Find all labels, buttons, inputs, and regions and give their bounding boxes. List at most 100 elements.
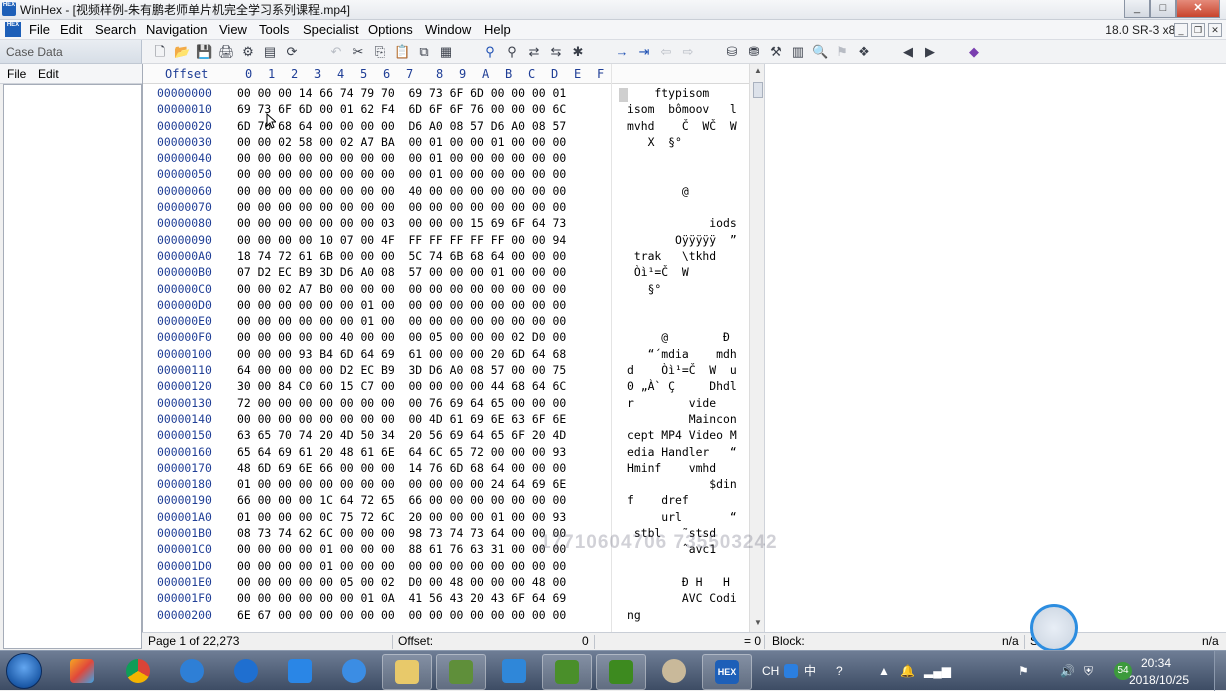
save-icon[interactable]: 💾 bbox=[196, 44, 212, 60]
properties-icon[interactable]: ⚙ bbox=[240, 44, 256, 60]
row-ascii-text[interactable]: r vide bbox=[627, 395, 716, 411]
row-hex-bytes[interactable]: 08 73 74 62 6C 00 00 00 98 73 74 73 64 0… bbox=[237, 525, 566, 541]
row-hex-bytes[interactable]: 00 00 02 58 00 02 A7 BA 00 01 00 00 01 0… bbox=[237, 134, 566, 150]
case-menu-file[interactable]: File bbox=[7, 66, 26, 82]
winhex-app-icon[interactable]: HEX bbox=[2, 2, 16, 16]
row-hex-bytes[interactable]: 00 00 00 00 00 00 00 00 00 01 00 00 00 0… bbox=[237, 166, 566, 182]
hex-row[interactable]: 00000110 64 00 00 00 00 D2 EC B9 3D D6 A0… bbox=[143, 362, 753, 378]
row-ascii-text[interactable]: ftypisom bbox=[627, 85, 709, 101]
row-hex-bytes[interactable]: 30 00 84 C0 60 15 C7 00 00 00 00 00 44 6… bbox=[237, 378, 566, 394]
taskbar-app[interactable] bbox=[436, 654, 486, 690]
hex-row[interactable]: 00000200 6E 67 00 00 00 00 00 00 00 00 00… bbox=[143, 607, 753, 623]
row-hex-bytes[interactable]: 00 00 00 14 66 74 79 70 69 73 6F 6D 00 0… bbox=[237, 85, 566, 101]
row-hex-bytes[interactable]: 00 00 00 00 00 00 01 0A 41 56 43 20 43 6… bbox=[237, 590, 566, 606]
disk-editor-icon[interactable]: ⛁ bbox=[724, 44, 740, 60]
floating-assistant-icon[interactable] bbox=[1030, 604, 1078, 652]
row-ascii-text[interactable]: Ð H H bbox=[627, 574, 730, 590]
hex-row[interactable]: 00000030 00 00 02 58 00 02 A7 BA 00 01 00… bbox=[143, 134, 753, 150]
hex-row[interactable]: 00000170 48 6D 69 6E 66 00 00 00 14 76 6D… bbox=[143, 460, 753, 476]
replace-text-icon[interactable]: ⇄ bbox=[526, 44, 542, 60]
row-ascii-text[interactable]: Oÿÿÿÿÿ ” bbox=[627, 232, 737, 248]
menu-specialist[interactable]: Specialist bbox=[303, 22, 359, 38]
hex-row[interactable]: 00000060 00 00 00 00 00 00 00 00 40 00 00… bbox=[143, 183, 753, 199]
hex-row[interactable]: 00000130 72 00 00 00 00 00 00 00 00 76 69… bbox=[143, 395, 753, 411]
row-hex-bytes[interactable]: 00 00 00 00 10 07 00 4F FF FF FF FF FF 0… bbox=[237, 232, 566, 248]
row-ascii-text[interactable]: X §° bbox=[627, 134, 682, 150]
row-hex-bytes[interactable]: 00 00 00 00 00 00 01 00 00 00 00 00 00 0… bbox=[237, 297, 566, 313]
signal-icon[interactable]: ▂▄▆ bbox=[924, 663, 951, 679]
row-ascii-text[interactable]: ng bbox=[627, 607, 641, 623]
hex-row[interactable]: 00000020 6D 76 68 64 00 00 00 00 D6 A0 08… bbox=[143, 118, 753, 134]
taskbar-app[interactable] bbox=[650, 654, 698, 688]
row-hex-bytes[interactable]: 72 00 00 00 00 00 00 00 00 76 69 64 65 0… bbox=[237, 395, 566, 411]
row-hex-bytes[interactable]: 00 00 00 00 01 00 00 00 00 00 00 00 00 0… bbox=[237, 558, 566, 574]
tool-icon[interactable]: ⚒ bbox=[768, 44, 784, 60]
hex-row[interactable]: 00000050 00 00 00 00 00 00 00 00 00 01 00… bbox=[143, 166, 753, 182]
row-hex-bytes[interactable]: 66 00 00 00 1C 64 72 65 66 00 00 00 00 0… bbox=[237, 492, 566, 508]
mdi-minimize-button[interactable]: _ bbox=[1174, 23, 1188, 37]
replace-hex-icon[interactable]: ⇆ bbox=[548, 44, 564, 60]
flag-icon[interactable]: ⚑ bbox=[1018, 663, 1029, 679]
maximize-button[interactable]: □ bbox=[1150, 0, 1176, 18]
menu-view[interactable]: View bbox=[219, 22, 247, 38]
show-desktop-button[interactable] bbox=[1214, 651, 1226, 691]
row-hex-bytes[interactable]: 00 00 00 00 00 00 00 03 00 00 00 15 69 6… bbox=[237, 215, 566, 231]
hex-row[interactable]: 000001A0 01 00 00 00 0C 75 72 6C 20 00 00… bbox=[143, 509, 753, 525]
hex-row[interactable]: 000001F0 00 00 00 00 00 00 01 0A 41 56 43… bbox=[143, 590, 753, 606]
copy-icon[interactable]: ⎘ bbox=[372, 44, 388, 60]
cut-icon[interactable]: ✂ bbox=[350, 44, 366, 60]
hex-row[interactable]: 00000160 65 64 69 61 20 48 61 6E 64 6C 65… bbox=[143, 444, 753, 460]
tray-ime[interactable]: 中 bbox=[804, 663, 816, 679]
goto-offset-icon[interactable]: → bbox=[614, 44, 630, 60]
mdi-close-button[interactable]: ✕ bbox=[1208, 23, 1222, 37]
hash-icon[interactable]: ⚑ bbox=[834, 44, 850, 60]
forward-icon[interactable]: ⇨ bbox=[680, 44, 696, 60]
row-ascii-text[interactable]: mvhd Č WČ W bbox=[627, 118, 737, 134]
hex-row[interactable]: 000000A0 18 74 72 61 6B 00 00 00 5C 74 6B… bbox=[143, 248, 753, 264]
case-icon[interactable]: ◆ bbox=[966, 44, 982, 60]
plugin-icon[interactable]: ❖ bbox=[856, 44, 872, 60]
row-hex-bytes[interactable]: 6E 67 00 00 00 00 00 00 00 00 00 00 00 0… bbox=[237, 607, 566, 623]
close-button[interactable]: ✕ bbox=[1176, 0, 1220, 18]
undo-icon[interactable]: ↶ bbox=[328, 44, 344, 60]
hex-row[interactable]: 00000040 00 00 00 00 00 00 00 00 00 01 00… bbox=[143, 150, 753, 166]
taskbar-app[interactable] bbox=[596, 654, 646, 690]
find-text-icon[interactable]: ⚲ bbox=[482, 44, 498, 60]
tray-expand-icon[interactable]: ▲ bbox=[878, 663, 890, 679]
row-hex-bytes[interactable]: 6D 76 68 64 00 00 00 00 D6 A0 08 57 D6 A… bbox=[237, 118, 566, 134]
previous-icon[interactable]: ◀ bbox=[900, 44, 916, 60]
hex-row[interactable]: 00000150 63 65 70 74 20 4D 50 34 20 56 69… bbox=[143, 427, 753, 443]
menu-help[interactable]: Help bbox=[484, 22, 511, 38]
hex-row[interactable]: 000000C0 00 00 02 A7 B0 00 00 00 00 00 00… bbox=[143, 281, 753, 297]
row-ascii-text[interactable]: Òì¹=Č W bbox=[627, 264, 689, 280]
row-hex-bytes[interactable]: 01 00 00 00 0C 75 72 6C 20 00 00 00 01 0… bbox=[237, 509, 566, 525]
paste-write-icon[interactable]: ⧉ bbox=[416, 44, 432, 60]
mdi-restore-button[interactable]: ❐ bbox=[1191, 23, 1205, 37]
hex-row[interactable]: 000000F0 00 00 00 00 00 40 00 00 00 05 00… bbox=[143, 329, 753, 345]
taskbar-app[interactable] bbox=[168, 654, 216, 688]
shield-icon[interactable]: ⛨ bbox=[1084, 663, 1093, 679]
row-hex-bytes[interactable]: 00 00 00 00 00 00 00 00 00 4D 61 69 6E 6… bbox=[237, 411, 566, 427]
row-ascii-text[interactable]: @ bbox=[627, 183, 689, 199]
case-menu-edit[interactable]: Edit bbox=[38, 66, 59, 82]
binary-icon[interactable]: ▦ bbox=[438, 44, 454, 60]
paste-icon[interactable]: 📋 bbox=[394, 44, 410, 60]
new-file-icon[interactable]: 🗋 bbox=[152, 44, 168, 60]
taskbar-app[interactable] bbox=[382, 654, 432, 690]
row-hex-bytes[interactable]: 00 00 00 00 00 00 00 00 00 00 00 00 00 0… bbox=[237, 199, 566, 215]
row-ascii-text[interactable]: trak \tkhd bbox=[627, 248, 716, 264]
taskbar-app-winhex[interactable]: HEX bbox=[702, 654, 752, 690]
menu-edit[interactable]: Edit bbox=[60, 22, 82, 38]
ram-editor-icon[interactable]: ⛃ bbox=[746, 44, 762, 60]
taskbar-app[interactable] bbox=[58, 654, 106, 688]
hex-row[interactable]: 00000140 00 00 00 00 00 00 00 00 00 4D 61… bbox=[143, 411, 753, 427]
taskbar-app[interactable] bbox=[222, 654, 270, 688]
volume-icon[interactable]: 🔊 bbox=[1060, 663, 1075, 679]
row-ascii-text[interactable]: §° bbox=[627, 281, 662, 297]
row-hex-bytes[interactable]: 00 00 00 93 B4 6D 64 69 61 00 00 00 20 6… bbox=[237, 346, 566, 362]
row-ascii-text[interactable]: 0 „À` Ç Dhdl bbox=[627, 378, 737, 394]
row-hex-bytes[interactable]: 00 00 00 00 01 00 00 00 88 61 76 63 31 0… bbox=[237, 541, 566, 557]
row-hex-bytes[interactable]: 48 6D 69 6E 66 00 00 00 14 76 6D 68 64 0… bbox=[237, 460, 566, 476]
taskbar-app[interactable] bbox=[276, 654, 324, 688]
ime-icon[interactable] bbox=[784, 664, 798, 678]
